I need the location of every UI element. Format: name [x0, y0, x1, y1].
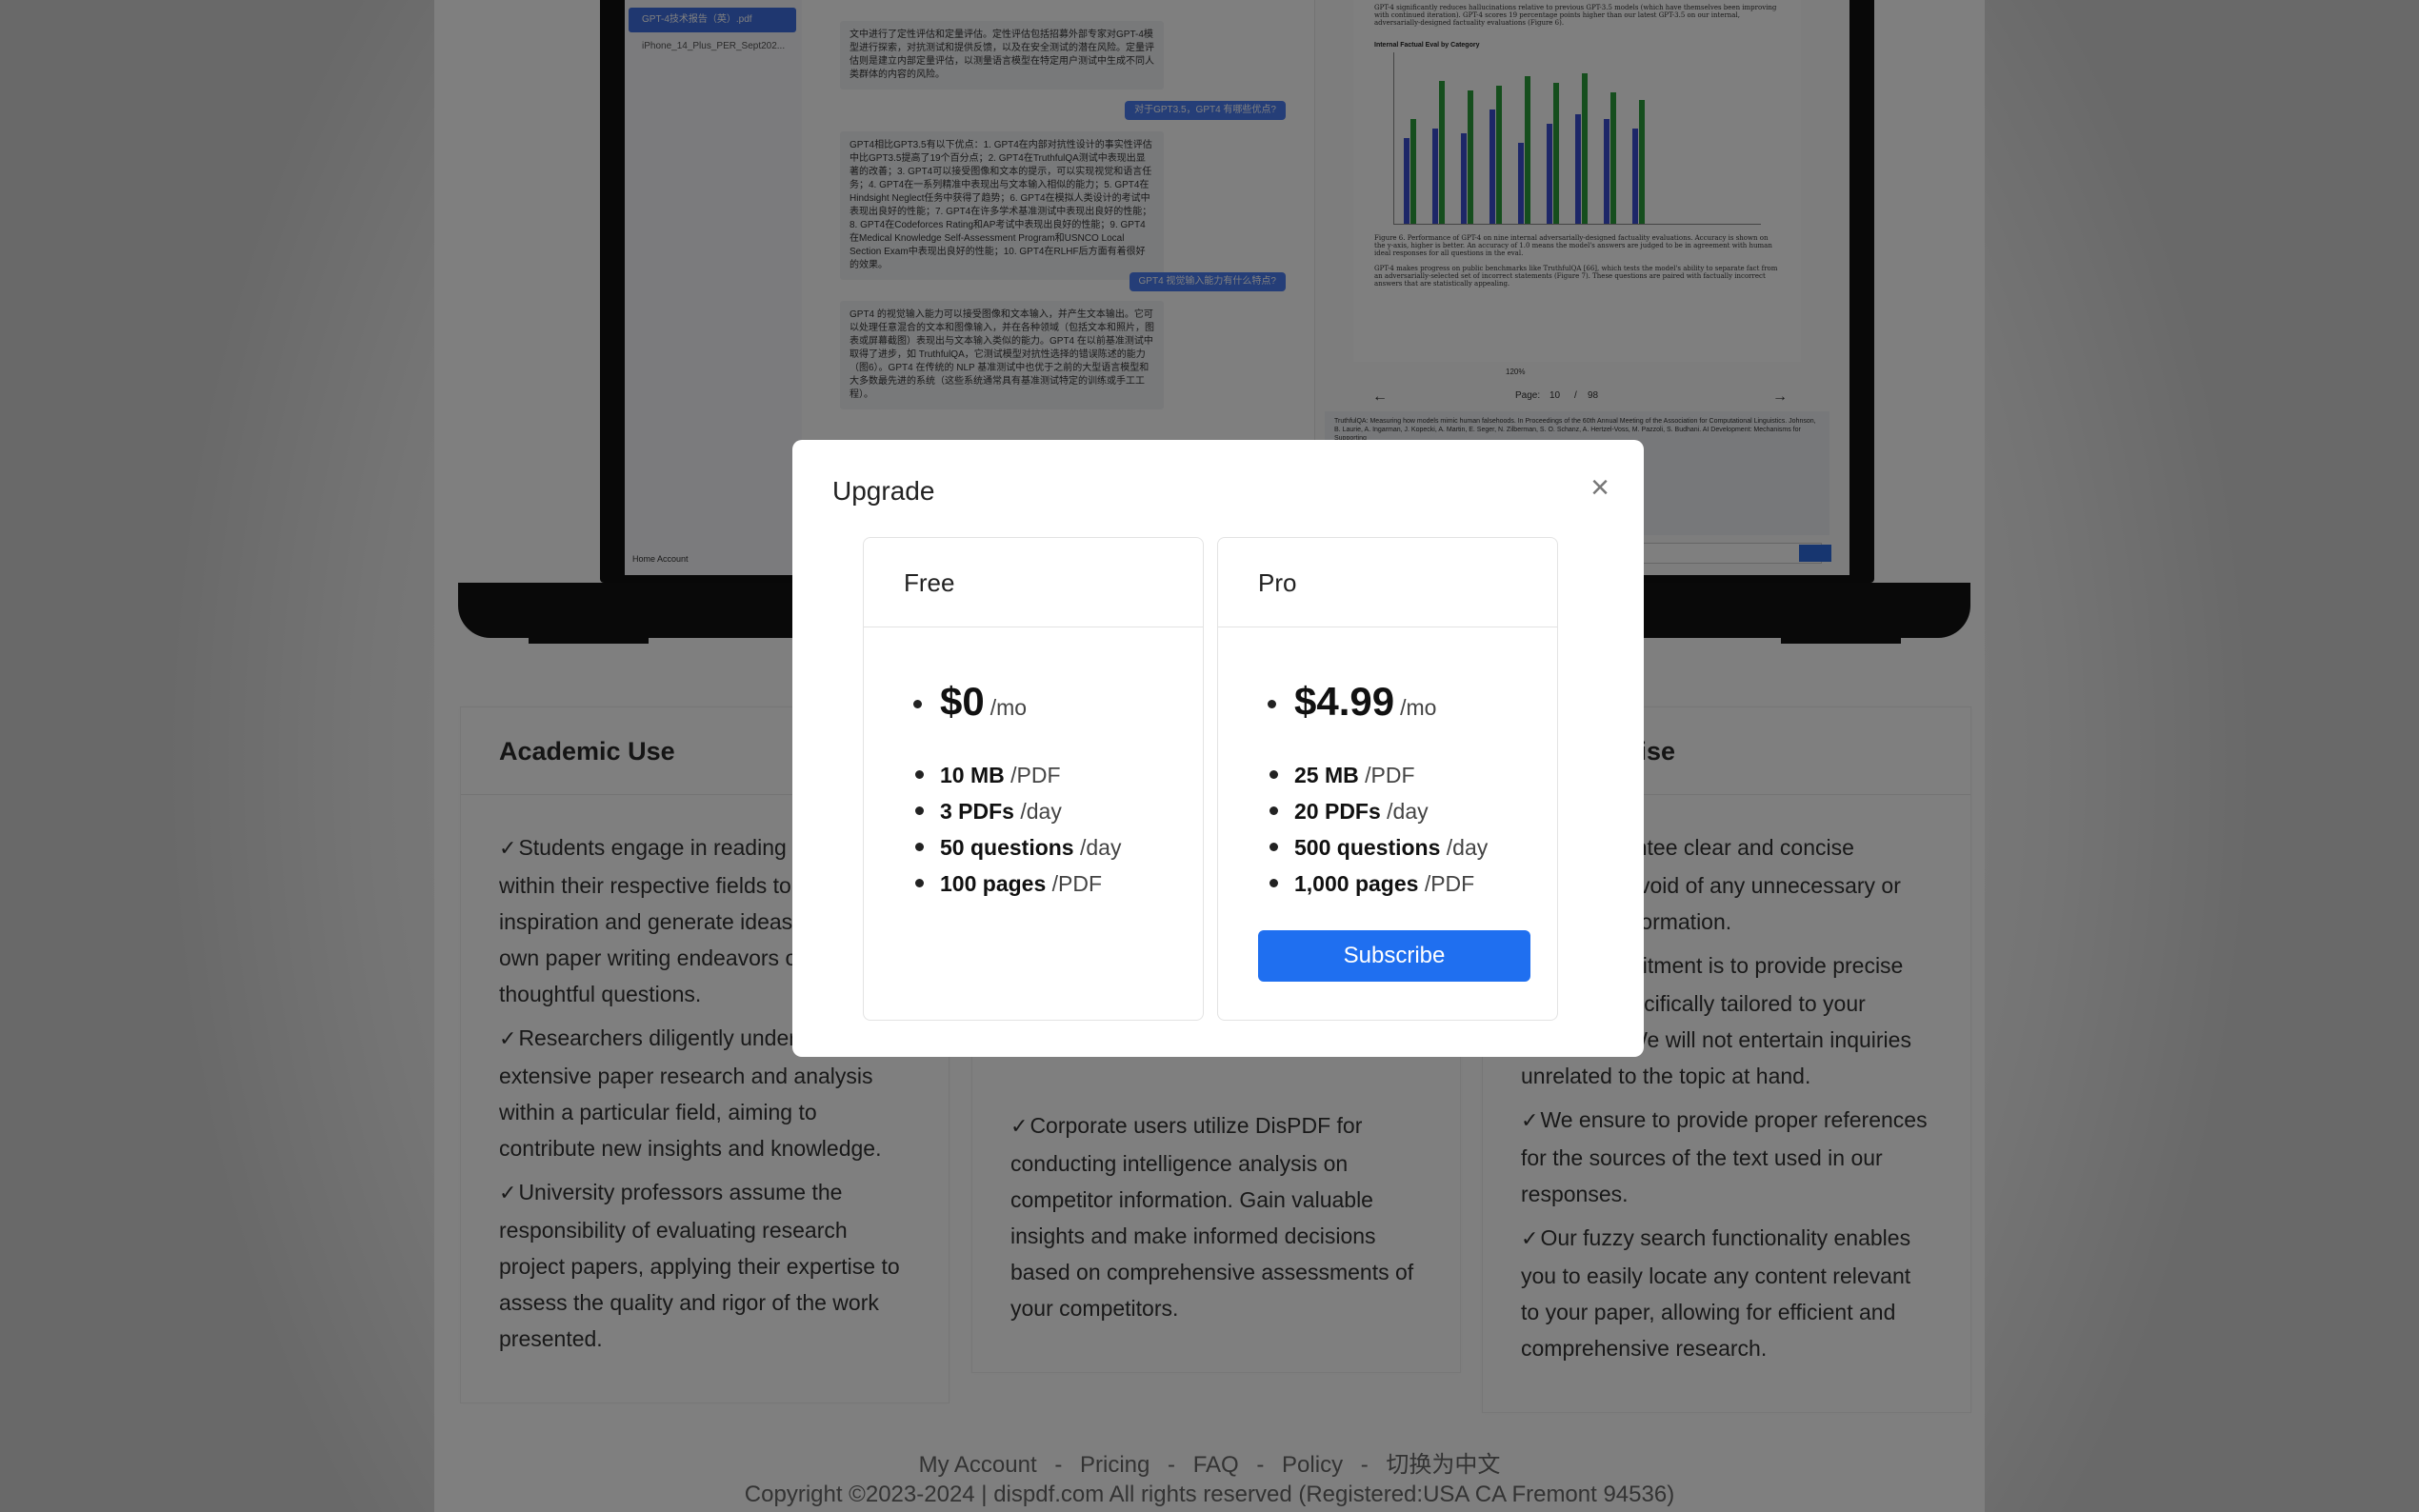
plan-feature: 25 MB /PDF: [1269, 757, 1488, 793]
plan-feature: 50 questions /day: [914, 829, 1121, 865]
bullet-icon: [913, 700, 922, 708]
plan-feature: 500 questions /day: [1269, 829, 1488, 865]
bullet-icon: [1268, 700, 1276, 708]
plan-card-pro: Pro $4.99/mo 25 MB /PDF 20 PDFs /day 500…: [1217, 537, 1558, 1021]
price-unit: /mo: [1400, 695, 1437, 720]
plan-features: 25 MB /PDF 20 PDFs /day 500 questions /d…: [1269, 757, 1488, 902]
plan-feature: 10 MB /PDF: [914, 757, 1121, 793]
plan-name: Pro: [1218, 538, 1557, 627]
plan-feature: 3 PDFs /day: [914, 793, 1121, 829]
plan-features: 10 MB /PDF 3 PDFs /day 50 questions /day…: [914, 757, 1121, 902]
plan-card-free: Free $0/mo 10 MB /PDF 3 PDFs /day 50 que…: [863, 537, 1204, 1021]
price-amount: $4.99: [1294, 679, 1395, 724]
upgrade-modal: Upgrade × Free $0/mo 10 MB /PDF 3 PDFs /…: [792, 440, 1644, 1057]
price-amount: $0: [940, 679, 985, 724]
price-unit: /mo: [990, 695, 1028, 720]
plan-price: $0/mo: [913, 679, 1028, 725]
modal-title: Upgrade: [832, 476, 935, 506]
plan-feature: 1,000 pages /PDF: [1269, 865, 1488, 902]
plan-feature: 20 PDFs /day: [1269, 793, 1488, 829]
plan-price: $4.99/mo: [1268, 679, 1437, 725]
plan-feature: 100 pages /PDF: [914, 865, 1121, 902]
subscribe-button[interactable]: Subscribe: [1258, 930, 1530, 982]
plan-name: Free: [864, 538, 1203, 627]
close-icon[interactable]: ×: [1579, 467, 1621, 508]
